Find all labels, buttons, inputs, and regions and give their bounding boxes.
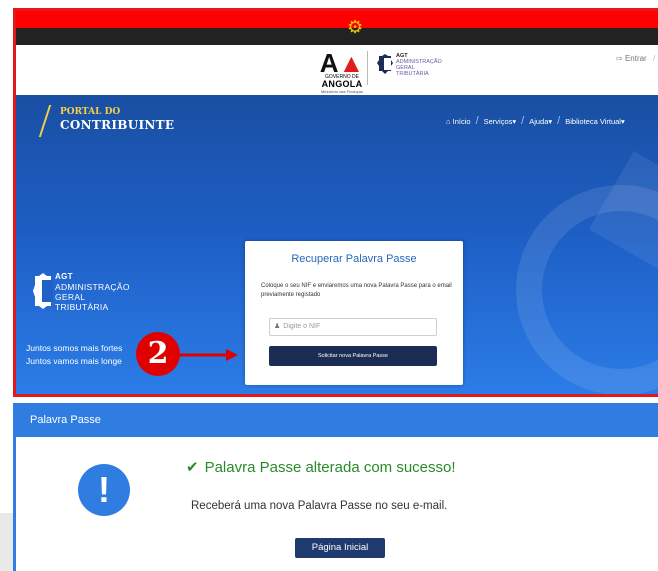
agt-small-line3: TRIBUTÁRIA (396, 71, 429, 77)
result-panel-header: Palavra Passe (16, 403, 658, 437)
governo-de-angola-logo: A▲ GOVERNO DE ANGOLA Ministério das Fina… (318, 48, 366, 94)
angola-emblem-icon: ⚙ (347, 17, 364, 37)
agt-gear-icon-large (33, 273, 53, 309)
top-header: A▲ GOVERNO DE ANGOLA Ministério das Fina… (16, 45, 658, 95)
slogan-line2: Juntos vamos mais longe (26, 356, 122, 366)
red-arrow-icon (178, 349, 238, 361)
agt-gear-icon (377, 54, 393, 74)
login-icon: ⇨ (616, 54, 623, 63)
nav-separator: / (475, 115, 479, 127)
recover-password-modal: Recuperar Palavra Passe Coloque o seu NI… (245, 241, 463, 385)
success-message: ✔ Palavra Passe alterada com sucesso! (186, 458, 456, 476)
nav-menu: ⌂ Início / Serviços▾ / Ajuda▾ / Bibliote… (446, 115, 625, 127)
agt-large-line2: GERAL (55, 292, 86, 302)
angola-a-icon: A▲ (319, 48, 365, 78)
agt-large-line1: ADMINISTRAÇÃO (55, 282, 130, 292)
portal-logo-slash (38, 105, 52, 137)
nav-label-inicio: Início (452, 116, 471, 126)
logo-divider (367, 51, 368, 85)
main-navbar: PORTAL DO CONTRIBUINTE ⌂ Início / Serviç… (16, 95, 658, 147)
success-text: Palavra Passe alterada com sucesso! (204, 459, 456, 476)
left-grey-strip (0, 513, 13, 571)
portal-logo-line2[interactable]: CONTRIBUINTE (60, 118, 174, 132)
nav-item-servicos[interactable]: Serviços▾ (484, 117, 517, 126)
hero-banner: PORTAL DO CONTRIBUINTE ⌂ Início / Serviç… (16, 95, 658, 394)
angola-flag-bar: ⚙ (16, 11, 658, 45)
nav-separator: / (521, 115, 525, 127)
slogan: Juntos somos mais fortes Juntos vamos ma… (26, 342, 122, 368)
entrar-label: Entrar (624, 54, 647, 63)
nav-separator: / (557, 115, 561, 127)
request-password-button[interactable]: Solicitar nova Palavra Passe (269, 346, 437, 366)
nav-item-ajuda[interactable]: Ajuda▾ (529, 117, 552, 126)
check-icon: ✔ (186, 459, 199, 476)
nif-placeholder: Digite o NIF (283, 323, 321, 330)
agt-large-abbr: AGT (55, 272, 73, 281)
slogan-line1: Juntos somos mais fortes (26, 343, 123, 353)
info-message: Receberá uma nova Palavra Passe no seu e… (191, 500, 448, 512)
agt-large-line3: TRIBUTÁRIA (55, 302, 109, 312)
info-icon-glyph: ! (98, 469, 110, 510)
entrar-link[interactable]: ⇨ Entrar / (616, 54, 655, 63)
home-icon: ⌂ (446, 116, 453, 126)
info-icon: ! (78, 464, 130, 516)
nif-input[interactable]: ♟ Digite o NIF (269, 318, 437, 336)
nav-item-inicio[interactable]: ⌂ Início (446, 117, 471, 126)
entrar-separator: / (652, 54, 656, 63)
gov-logo-line2: ANGOLA (321, 79, 363, 89)
user-icon: ♟ (274, 323, 281, 330)
gov-logo-line3: Ministério das Finanças (320, 89, 364, 94)
step-number-marker: 2 (136, 332, 180, 376)
highlighted-screenshot: ⚙ A▲ GOVERNO DE ANGOLA Ministério das Fi… (13, 8, 658, 397)
home-page-button[interactable]: Página Inicial (295, 538, 385, 558)
nav-item-biblioteca-virtual[interactable]: Biblioteca Virtual▾ (565, 117, 625, 126)
password-result-panel: Palavra Passe ! ✔ Palavra Passe alterada … (13, 403, 658, 571)
recover-modal-title: Recuperar Palavra Passe (291, 253, 417, 265)
recover-modal-description: Coloque o seu NIF e enviaremos uma nova … (261, 283, 452, 298)
portal-logo-line1[interactable]: PORTAL DO (60, 107, 120, 117)
